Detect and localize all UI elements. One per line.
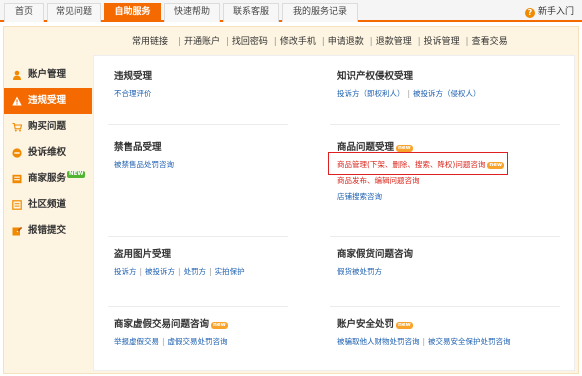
section-title: 商家假货问题咨询 bbox=[337, 249, 414, 260]
divider bbox=[330, 306, 560, 307]
shop-icon bbox=[12, 174, 22, 184]
question-icon: ? bbox=[524, 8, 535, 18]
section-title: 盗用图片受理 bbox=[114, 249, 172, 260]
link-counterfeit-penalized[interactable]: 假货被处罚方 bbox=[337, 267, 382, 276]
section-title: 违规受理 bbox=[114, 71, 153, 82]
divider bbox=[330, 236, 560, 237]
link-image-respondent[interactable]: 被投诉方 bbox=[145, 267, 175, 276]
tab-service-records[interactable]: 我的服务记录 bbox=[282, 3, 358, 22]
divider bbox=[108, 236, 288, 237]
sidebar-item-community[interactable]: 社区频道 bbox=[4, 192, 92, 218]
link-fake-transaction-penalty[interactable]: 虚假交易处罚咨询 bbox=[168, 337, 228, 346]
sidebar-item-violation[interactable]: 违规受理 bbox=[4, 88, 92, 114]
section-title: 知识产权侵权受理 bbox=[337, 71, 414, 82]
link-prohibited-penalty[interactable]: 被禁售品处罚咨询 bbox=[114, 160, 174, 169]
link-shop-search[interactable]: 店铺搜索咨询 bbox=[337, 192, 382, 201]
sidebar-item-report[interactable]: 报错提交 bbox=[4, 218, 92, 244]
quick-link-request-refund[interactable]: 申请退款 bbox=[328, 37, 364, 47]
section-ip-infringement: 知识产权侵权受理 投诉方（即权利人） | 被投诉方（侵权人） bbox=[337, 71, 481, 98]
sidebar-item-account[interactable]: 账户管理 bbox=[4, 62, 92, 88]
beginner-guide-link[interactable]: ? 新手入门 bbox=[524, 5, 574, 19]
sidebar-item-purchase[interactable]: 购买问题 bbox=[4, 114, 92, 140]
quick-link-recover-password[interactable]: 找回密码 bbox=[232, 37, 268, 47]
tab-contact-service[interactable]: 联系客服 bbox=[223, 3, 279, 22]
quick-link-open-account[interactable]: 开通账户 bbox=[184, 37, 220, 47]
link-image-complainant[interactable]: 投诉方 bbox=[114, 267, 137, 276]
quick-links-lead: 常用链接 bbox=[132, 37, 169, 47]
person-icon bbox=[13, 70, 21, 80]
sidebar-item-complaint[interactable]: 投诉维权 bbox=[4, 140, 92, 166]
tab-faq[interactable]: 常见问题 bbox=[47, 3, 101, 22]
tab-home[interactable]: 首页 bbox=[4, 3, 44, 22]
section-account-security: 账户安全处罚 new 被骗取他人财物处罚咨询 | 被交易安全保护处罚咨询 bbox=[337, 319, 511, 346]
quick-links-bar: 常用链接 | 开通账户 | 找回密码 | 修改手机 | 申请退款 | 退款管理 | 投诉管理… bbox=[132, 37, 508, 47]
new-badge: NEW bbox=[67, 171, 86, 178]
link-ip-respondent[interactable]: 被投诉方（侵权人） bbox=[413, 89, 481, 98]
divider bbox=[108, 124, 288, 125]
link-image-penalized[interactable]: 处罚方 bbox=[184, 267, 207, 276]
highlight-box bbox=[328, 152, 508, 175]
section-title: 账户安全处罚 bbox=[337, 319, 395, 330]
link-product-publish[interactable]: 商品发布、编辑问题咨询 bbox=[337, 176, 420, 185]
section-counterfeit: 商家假货问题咨询 假货被处罚方 bbox=[337, 248, 413, 277]
tab-quick-help[interactable]: 快速帮助 bbox=[164, 3, 220, 22]
community-icon bbox=[12, 200, 22, 210]
top-nav: 首页 常见问题 自助服务 快速帮助 联系客服 我的服务记录 ? 新手入门 bbox=[0, 0, 582, 22]
warning-icon bbox=[12, 96, 22, 106]
quick-link-view-transactions[interactable]: 查看交易 bbox=[472, 37, 508, 47]
tab-self-service[interactable]: 自助服务 bbox=[104, 3, 161, 22]
complaint-icon bbox=[12, 148, 22, 158]
new-badge: new bbox=[211, 322, 228, 329]
divider bbox=[330, 124, 560, 125]
quick-link-refund-management[interactable]: 退款管理 bbox=[376, 37, 412, 47]
section-prohibited-goods: 禁售品受理 被禁售品处罚咨询 bbox=[114, 141, 174, 170]
link-report-fake-transaction[interactable]: 举报虚假交易 bbox=[114, 337, 159, 346]
sidebar-item-merchant[interactable]: 商家服务 NEW bbox=[4, 166, 92, 192]
quick-link-complaint-management[interactable]: 投诉管理 bbox=[424, 37, 460, 47]
sidebar: 账户管理 违规受理 购买问题 投诉维权 商家服务 NEW 社区频道 报错提交 bbox=[4, 62, 92, 244]
quick-link-change-phone[interactable]: 修改手机 bbox=[280, 37, 316, 47]
new-badge: new bbox=[396, 145, 413, 152]
section-violation: 违规受理 不合理评价 bbox=[114, 70, 152, 99]
link-unreasonable-review[interactable]: 不合理评价 bbox=[114, 89, 152, 98]
section-image-theft: 盗用图片受理 投诉方 | 被投诉方 | 处罚方 | 实拍保护 bbox=[114, 249, 245, 276]
section-title: 禁售品受理 bbox=[114, 142, 162, 153]
section-fake-transactions: 商家虚假交易问题咨询 new 举报虚假交易 | 虚假交易处罚咨询 bbox=[114, 319, 228, 346]
divider bbox=[108, 306, 288, 307]
link-security-protection-penalty[interactable]: 被交易安全保护处罚咨询 bbox=[428, 337, 511, 346]
new-badge: new bbox=[396, 322, 413, 329]
report-icon bbox=[12, 226, 22, 236]
link-real-photo-protection[interactable]: 实拍保护 bbox=[215, 267, 245, 276]
link-fraud-penalty[interactable]: 被骗取他人财物处罚咨询 bbox=[337, 337, 420, 346]
link-ip-complainant[interactable]: 投诉方（即权利人） bbox=[337, 89, 405, 98]
section-title: 商家虚假交易问题咨询 bbox=[114, 319, 210, 330]
cart-icon bbox=[12, 122, 22, 132]
